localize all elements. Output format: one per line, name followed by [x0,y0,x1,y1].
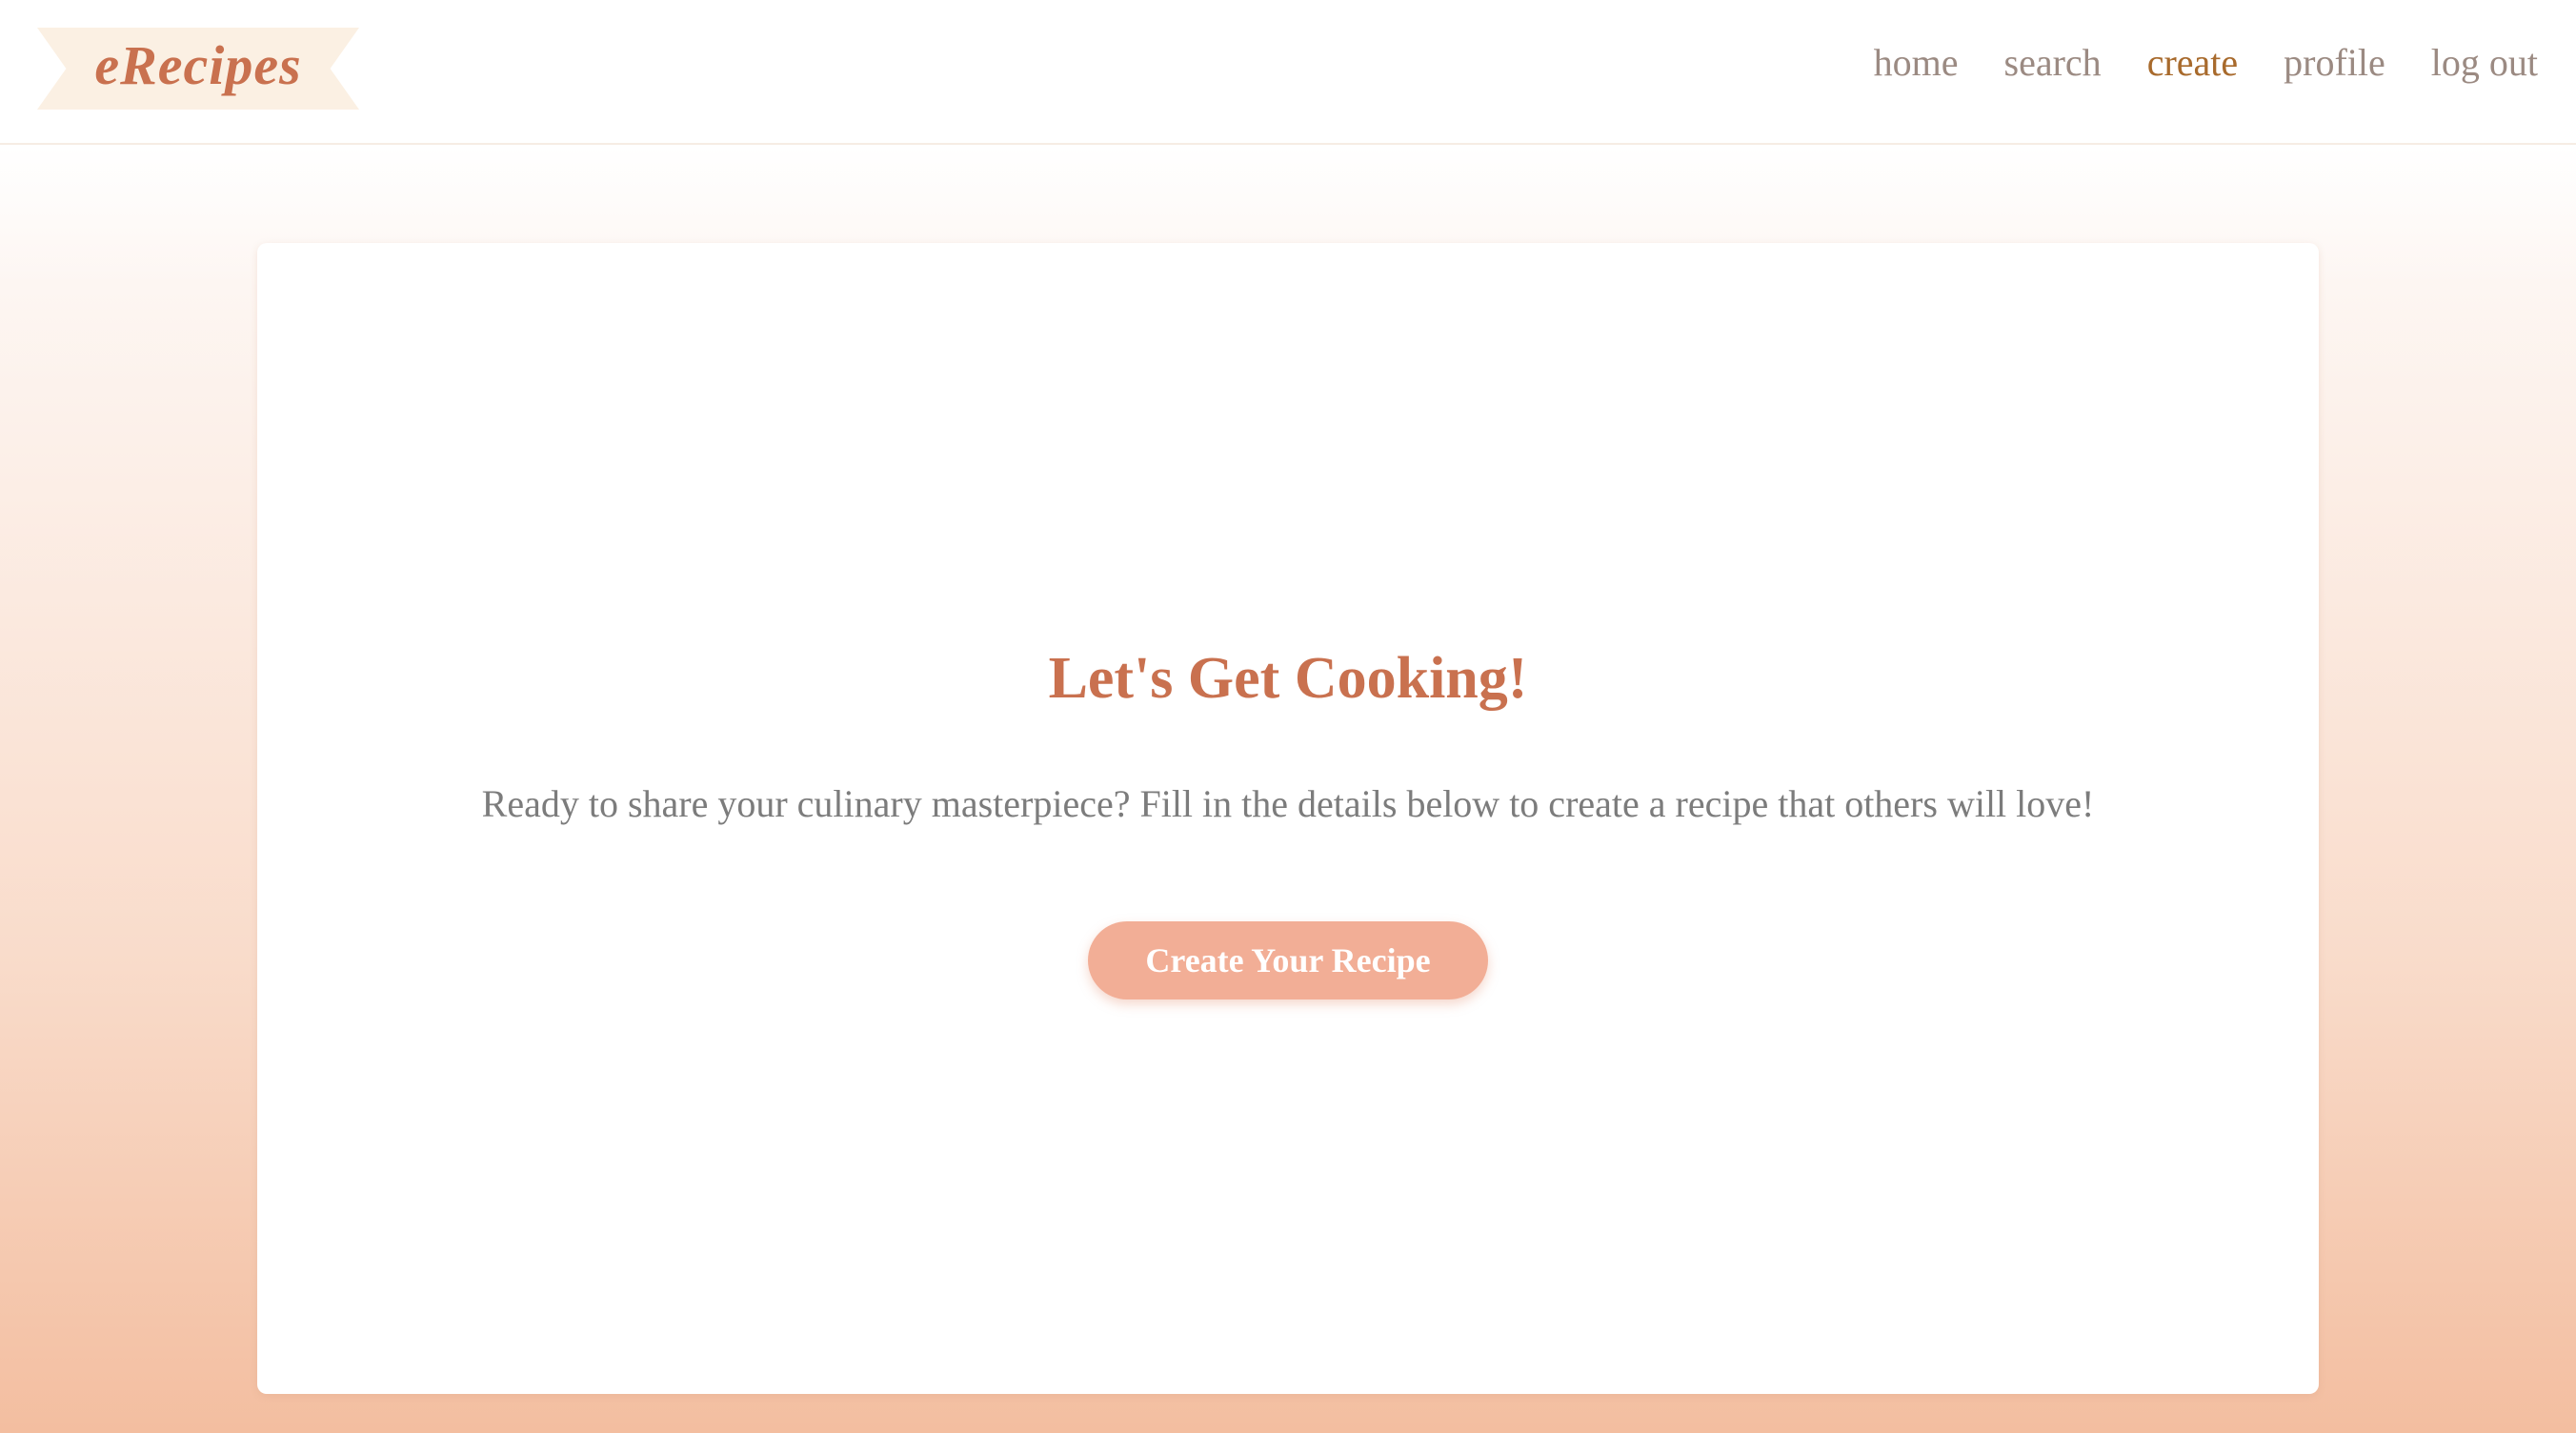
page-subtitle: Ready to share your culinary masterpiece… [481,782,2095,825]
create-recipe-button[interactable]: Create Your Recipe [1088,921,1488,999]
logo-ribbon[interactable]: eRecipes [37,28,359,110]
nav-link-log-out[interactable]: log out [2431,44,2538,82]
top-navbar: eRecipes home search create profile log … [0,0,2576,145]
nav-link-search[interactable]: search [2004,44,2102,82]
page-title: Let's Get Cooking! [1048,646,1528,711]
main-nav: home search create profile log out [1874,44,2538,82]
logo-text: eRecipes [94,34,302,96]
nav-link-create[interactable]: create [2147,44,2238,82]
nav-link-profile[interactable]: profile [2284,44,2385,82]
nav-link-home[interactable]: home [1874,44,1959,82]
create-recipe-card: Let's Get Cooking! Ready to share your c… [257,243,2319,1394]
